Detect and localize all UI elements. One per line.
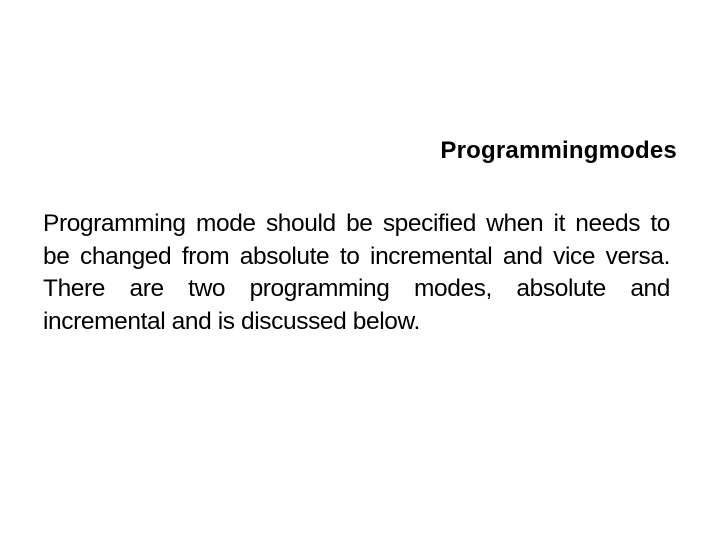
slide: Programmingmodes Programming mode should… xyxy=(0,0,720,540)
slide-body-paragraph: Programming mode should be specified whe… xyxy=(43,210,670,335)
slide-title: Programmingmodes xyxy=(440,137,677,164)
